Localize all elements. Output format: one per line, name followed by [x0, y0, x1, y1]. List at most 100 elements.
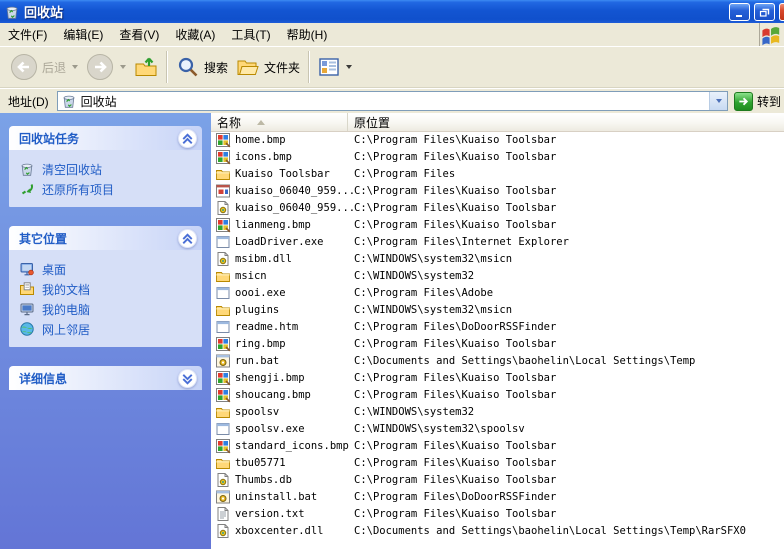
file-row[interactable]: kuaiso_06040_959... C:\Program Files\Kuai… [211, 182, 784, 199]
file-row[interactable]: LoadDriver.exe C:\Program Files\Internet … [211, 233, 784, 250]
file-name: version.txt [235, 507, 305, 520]
file-row[interactable]: tbu05771 C:\Program Files\Kuaiso Toolsbar [211, 454, 784, 471]
sidebar-item[interactable]: 桌面 [19, 259, 198, 279]
restore-button[interactable] [754, 3, 775, 21]
file-original-location: C:\Program Files\Kuaiso Toolsbar [354, 218, 557, 231]
file-name: shengji.bmp [235, 371, 305, 384]
search-button[interactable]: 搜索 [172, 53, 232, 81]
file-name: lianmeng.bmp [235, 218, 311, 231]
address-combobox[interactable]: 回收站 [56, 91, 728, 111]
menu-item[interactable]: 查看(V) [111, 23, 167, 46]
file-original-location: C:\WINDOWS\system32\msicn [354, 252, 513, 265]
sidebar-item[interactable]: 我的电脑 [19, 299, 198, 319]
views-dropdown-caret-icon[interactable] [346, 65, 353, 69]
bat-gear-icon [215, 489, 231, 505]
close-button[interactable] [779, 3, 784, 21]
chevron-down-icon [716, 99, 723, 103]
back-button[interactable]: 后退 [6, 51, 82, 83]
file-row[interactable]: home.bmp C:\Program Files\Kuaiso Toolsbar [211, 131, 784, 148]
search-icon [176, 55, 200, 79]
bmp-image-icon [215, 387, 231, 403]
file-row[interactable]: kuaiso_06040_959... C:\Program Files\Kuai… [211, 199, 784, 216]
forward-arrow-icon [86, 53, 114, 81]
column-header-name[interactable]: 名称 [211, 113, 348, 131]
file-row[interactable]: spoolsv C:\WINDOWS\system32 [211, 403, 784, 420]
empty-recycle-bin-icon [19, 161, 35, 177]
minimize-button[interactable] [729, 3, 750, 21]
file-row[interactable]: standard_icons.bmp C:\Program Files\Kuais… [211, 437, 784, 454]
file-row[interactable]: msicn C:\WINDOWS\system32 [211, 267, 784, 284]
menu-item[interactable]: 编辑(E) [55, 23, 111, 46]
file-name: standard_icons.bmp [235, 439, 349, 452]
task-panel-header[interactable]: 回收站任务 [9, 126, 202, 150]
file-row[interactable]: msibm.dll C:\WINDOWS\system32\msicn [211, 250, 784, 267]
recycle-bin-icon [61, 93, 77, 109]
file-row[interactable]: Thumbs.db C:\Program Files\Kuaiso Toolsba… [211, 471, 784, 488]
file-row[interactable]: Kuaiso Toolsbar C:\Program Files [211, 165, 784, 182]
network-places-icon [19, 321, 35, 337]
column-header-original-location[interactable]: 原位置 [348, 113, 784, 131]
folder-icon [215, 455, 231, 471]
menu-item[interactable]: 工具(T) [223, 23, 278, 46]
address-dropdown-button[interactable] [708, 92, 727, 110]
task-panel-header[interactable]: 其它位置 [9, 226, 202, 250]
panel-collapse-button[interactable] [178, 228, 197, 248]
file-row[interactable]: icons.bmp C:\Program Files\Kuaiso Toolsba… [211, 148, 784, 165]
task-panel-header[interactable]: 详细信息 [9, 366, 202, 390]
file-row[interactable]: ring.bmp C:\Program Files\Kuaiso Toolsbar [211, 335, 784, 352]
file-row[interactable]: shengji.bmp C:\Program Files\Kuaiso Tools… [211, 369, 784, 386]
file-name: oooi.exe [235, 286, 286, 299]
file-name: Kuaiso Toolsbar [235, 167, 330, 180]
file-row[interactable]: spoolsv.exe C:\WINDOWS\system32\spoolsv [211, 420, 784, 437]
back-label: 后退 [42, 60, 67, 75]
file-original-location: C:\WINDOWS\system32\msicn [354, 303, 513, 316]
file-name: ring.bmp [235, 337, 286, 350]
title-bar[interactable]: 回收站 [0, 0, 784, 23]
file-row[interactable]: oooi.exe C:\Program Files\Adobe [211, 284, 784, 301]
forward-button[interactable] [82, 51, 130, 83]
chevron-up-icon [179, 130, 196, 147]
chevron-up-icon [179, 230, 196, 247]
sidebar-item[interactable]: 网上邻居 [19, 319, 198, 339]
windows-logo [759, 23, 784, 46]
sidebar-item[interactable]: 还原所有项目 [19, 179, 198, 199]
restore-all-items-icon [19, 181, 35, 197]
panel-collapse-button[interactable] [178, 128, 197, 148]
toolbar: 后退 搜索 文件夹 [0, 47, 784, 88]
sidebar-item-label: 还原所有项目 [42, 182, 115, 197]
go-label: 转到 [756, 94, 781, 109]
menu-item[interactable]: 帮助(H) [279, 23, 336, 46]
folders-button[interactable]: 文件夹 [232, 53, 304, 81]
my-documents-icon [19, 281, 35, 297]
file-original-location: C:\Program Files\Kuaiso Toolsbar [354, 439, 557, 452]
file-list: 名称 原位置 home.bmp C:\Program Files\Kuaiso T… [211, 113, 784, 549]
sidebar-item-label: 网上邻居 [42, 322, 91, 337]
views-button[interactable] [314, 54, 356, 80]
file-row[interactable]: lianmeng.bmp C:\Program Files\Kuaiso Tool… [211, 216, 784, 233]
file-row[interactable]: plugins C:\WINDOWS\system32\msicn [211, 301, 784, 318]
search-label: 搜索 [204, 60, 229, 75]
file-row[interactable]: readme.htm C:\Program Files\DoDoorRSSFind… [211, 318, 784, 335]
up-folder-icon [134, 55, 158, 79]
menu-item[interactable]: 收藏(A) [167, 23, 223, 46]
sidebar-item[interactable]: 我的文档 [19, 279, 198, 299]
file-name: spoolsv.exe [235, 422, 305, 435]
my-computer-icon [19, 301, 35, 317]
file-row[interactable]: version.txt C:\Program Files\Kuaiso Tools… [211, 505, 784, 522]
file-original-location: C:\WINDOWS\system32 [354, 269, 475, 282]
menu-item[interactable]: 文件(F) [0, 23, 55, 46]
file-row[interactable]: run.bat C:\Documents and Settings\baoheli… [211, 352, 784, 369]
up-button[interactable] [130, 53, 162, 81]
forward-dropdown-caret-icon[interactable] [120, 65, 127, 69]
back-dropdown-caret-icon[interactable] [72, 65, 79, 69]
column-header-name-label: 名称 [217, 115, 242, 130]
file-row[interactable]: xboxcenter.dll C:\Documents and Settings\… [211, 522, 784, 539]
panel-collapse-button[interactable] [178, 368, 197, 388]
folders-label: 文件夹 [264, 60, 301, 75]
bmp-image-icon [215, 217, 231, 233]
go-button[interactable]: 转到 [733, 91, 781, 111]
file-row[interactable]: shoucang.bmp C:\Program Files\Kuaiso Tool… [211, 386, 784, 403]
sidebar-item[interactable]: 清空回收站 [19, 159, 198, 179]
file-name: Thumbs.db [235, 473, 292, 486]
file-row[interactable]: uninstall.bat C:\Program Files\DoDoorRSSF… [211, 488, 784, 505]
